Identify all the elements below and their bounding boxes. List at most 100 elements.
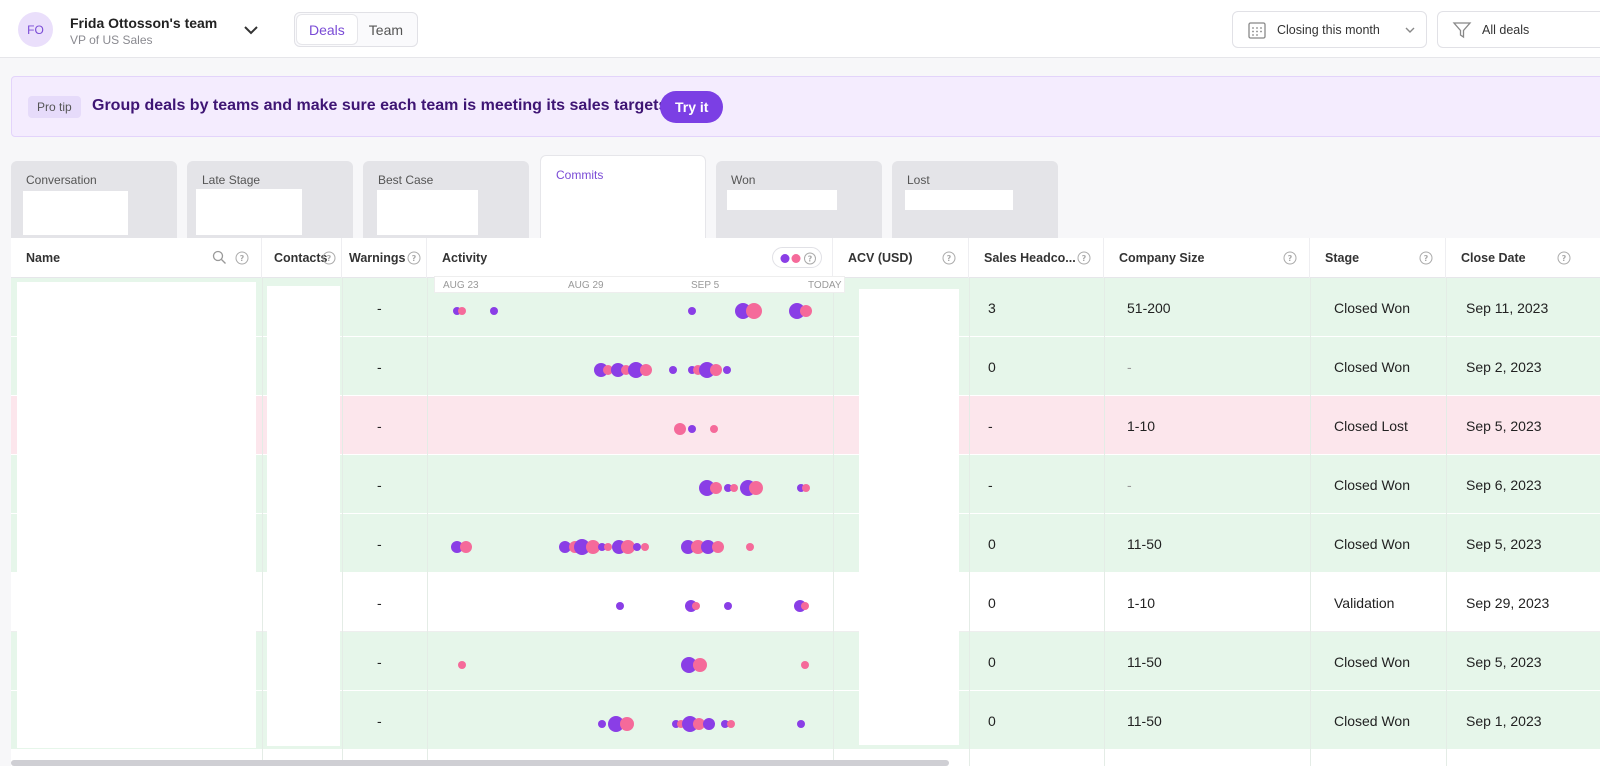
deal-filter-dropdown[interactable]: All deals [1437, 11, 1600, 48]
cell-stage: Closed Lost [1334, 417, 1408, 434]
column-divider [833, 278, 834, 766]
activity-dot[interactable] [730, 484, 738, 492]
activity-dot[interactable] [674, 423, 686, 435]
cell-company-size: 1-10 [1127, 594, 1156, 611]
activity-dot[interactable] [490, 307, 498, 315]
column-header-sales-headcount[interactable]: Sales Headco... ? [969, 238, 1104, 278]
activity-dot[interactable] [458, 307, 466, 315]
column-header-name[interactable]: Name ? [11, 238, 262, 278]
stage-tab-label: Late Stage [202, 173, 261, 187]
cell-stage: Closed Won [1334, 476, 1411, 493]
stage-tab-label: Commits [556, 168, 604, 182]
column-header-company-size[interactable]: Company Size ? [1104, 238, 1310, 278]
stage-tab-conversation[interactable]: Conversation [11, 161, 177, 241]
activity-dot[interactable] [616, 602, 624, 610]
help-icon[interactable]: ? [942, 251, 956, 265]
activity-dot[interactable] [800, 305, 812, 317]
stage-tab-lost[interactable]: Lost [892, 161, 1058, 241]
activity-dot[interactable] [458, 661, 466, 669]
stage-tab-label: Lost [907, 173, 930, 187]
column-divider [1310, 278, 1311, 766]
column-header-acv[interactable]: ACV (USD) ? [833, 238, 969, 278]
chevron-down-icon [1405, 27, 1415, 33]
redacted-names [17, 282, 256, 748]
cell-close-date: Sep 2, 2023 [1466, 358, 1542, 375]
help-icon[interactable]: ? [1077, 251, 1091, 265]
activity-dot[interactable] [598, 720, 606, 728]
cell-close-date: Sep 11, 2023 [1466, 299, 1549, 316]
cell-sales-headcount: 0 [988, 358, 996, 375]
activity-dot[interactable] [746, 303, 762, 319]
column-header-stage[interactable]: Stage ? [1310, 238, 1446, 278]
activity-dot[interactable] [633, 543, 641, 551]
team-name[interactable]: Frida Ottosson's team [70, 15, 217, 31]
activity-dot[interactable] [801, 602, 809, 610]
stage-tab-best-case[interactable]: Best Case [363, 161, 529, 241]
column-header-label: Warnings [349, 251, 406, 265]
stage-tab-commits[interactable]: Commits [540, 155, 706, 241]
activity-legend-icon: ? [780, 252, 816, 265]
activity-dot[interactable] [692, 602, 700, 610]
activity-dot[interactable] [710, 482, 722, 494]
column-header-label: Stage [1325, 251, 1360, 265]
help-icon[interactable]: ? [235, 251, 249, 265]
axis-label: SEP 5 [691, 280, 720, 291]
activity-dot[interactable] [703, 718, 715, 730]
horizontal-scrollbar[interactable] [11, 760, 949, 766]
activity-dot[interactable] [710, 425, 718, 433]
activity-dot[interactable] [460, 541, 472, 553]
activity-dot[interactable] [688, 307, 696, 315]
column-header-contacts[interactable]: Contacts ? [262, 238, 342, 278]
try-it-button[interactable]: Try it [660, 91, 724, 123]
activity-dot[interactable] [640, 364, 652, 376]
cell-close-date: Sep 1, 2023 [1466, 712, 1542, 729]
column-divider [1104, 278, 1105, 766]
team-role: VP of US Sales [70, 33, 153, 47]
activity-dot[interactable] [688, 425, 696, 433]
help-icon[interactable]: ? [407, 251, 421, 265]
column-header-warnings[interactable]: Warnings ? [342, 238, 427, 278]
activity-dot[interactable] [710, 364, 722, 376]
column-header-label: Contacts [274, 251, 328, 265]
help-icon[interactable]: ? [1419, 251, 1433, 265]
activity-dot[interactable] [604, 543, 612, 551]
search-icon[interactable] [212, 250, 227, 265]
activity-dot[interactable] [802, 484, 810, 492]
top-bar: FO Frida Ottosson's team VP of US Sales … [0, 0, 1600, 58]
team-dropdown-chevron-icon[interactable] [242, 21, 260, 39]
activity-dot[interactable] [749, 481, 763, 495]
cell-stage: Closed Won [1334, 535, 1411, 552]
stage-tab-late-stage[interactable]: Late Stage [187, 161, 353, 241]
activity-dot[interactable] [746, 543, 754, 551]
column-header-activity[interactable]: Activity ? [427, 238, 833, 278]
column-header-label: Name [26, 251, 61, 265]
activity-dot[interactable] [727, 720, 735, 728]
column-divider [342, 278, 343, 766]
cell-company-size: - [1127, 358, 1132, 375]
cell-sales-headcount: - [988, 476, 993, 493]
activity-dot[interactable] [669, 366, 677, 374]
avatar[interactable]: FO [18, 12, 53, 47]
activity-dot[interactable] [797, 720, 805, 728]
date-filter-dropdown[interactable]: Closing this month [1232, 11, 1427, 48]
help-icon[interactable]: ? [1557, 251, 1571, 265]
activity-dot[interactable] [693, 658, 707, 672]
activity-legend-toggle[interactable]: ? [772, 247, 822, 268]
svg-text:?: ? [240, 254, 245, 263]
activity-dot[interactable] [641, 543, 649, 551]
activity-dot[interactable] [723, 366, 731, 374]
activity-dot[interactable] [801, 661, 809, 669]
activity-dot[interactable] [724, 602, 732, 610]
tab-deals[interactable]: Deals [297, 15, 357, 44]
help-icon[interactable]: ? [322, 251, 336, 265]
svg-text:?: ? [808, 255, 813, 264]
cell-close-date: Sep 29, 2023 [1466, 594, 1550, 611]
activity-dot[interactable] [712, 541, 724, 553]
help-icon[interactable]: ? [1283, 251, 1297, 265]
cell-company-size: 11-50 [1127, 653, 1162, 670]
svg-text:?: ? [1562, 254, 1567, 263]
column-header-close-date[interactable]: Close Date ? [1446, 238, 1600, 278]
activity-dot[interactable] [620, 717, 634, 731]
tab-team[interactable]: Team [357, 15, 415, 44]
stage-tab-won[interactable]: Won [716, 161, 882, 241]
